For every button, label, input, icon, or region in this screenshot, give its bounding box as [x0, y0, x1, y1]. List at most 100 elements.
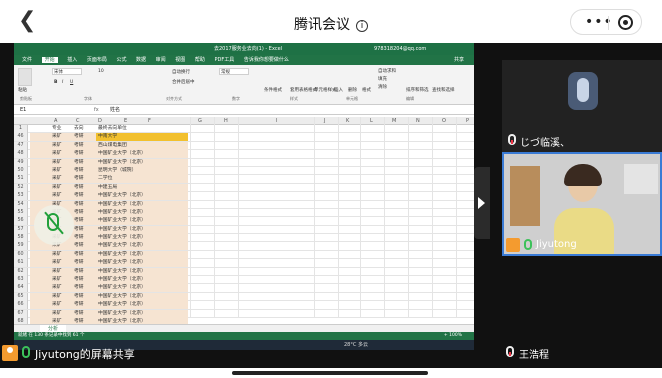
col-header[interactable]: P: [466, 117, 469, 125]
cell-employer[interactable]: 中建五局: [96, 184, 188, 192]
cell-destination[interactable]: 考研: [74, 150, 94, 158]
underline-button[interactable]: U: [70, 80, 73, 85]
row-number[interactable]: 46: [14, 133, 28, 142]
col-header[interactable]: F: [148, 117, 151, 125]
row-number[interactable]: 61: [14, 259, 28, 268]
cell-destination[interactable]: 考研: [74, 217, 94, 225]
table-row[interactable]: 51 采矿 考研 二学位: [14, 175, 474, 184]
cell-employer[interactable]: 中国矿业大学（北京）: [96, 201, 188, 209]
header-cell[interactable]: 去向: [74, 125, 94, 133]
format-button[interactable]: 格式: [362, 87, 371, 93]
row-number[interactable]: 49: [14, 158, 28, 167]
cell-major[interactable]: 采矿: [52, 150, 70, 158]
cell-destination[interactable]: 考研: [74, 159, 94, 167]
cell-employer[interactable]: 西山煤电集团: [96, 142, 188, 150]
cell-employer[interactable]: 中国矿业大学（北京）: [96, 192, 188, 200]
cell-employer[interactable]: 昆明大学（城院）: [96, 167, 188, 175]
cell-destination[interactable]: 考研: [74, 209, 94, 217]
col-header[interactable]: M: [392, 117, 396, 125]
wrap-text-button[interactable]: 自动换行: [172, 69, 190, 75]
table-row[interactable]: 49 采矿 考研 中国矿业大学（北京）: [14, 158, 474, 167]
row-number[interactable]: 51: [14, 175, 28, 184]
cell-destination[interactable]: 考研: [74, 268, 94, 276]
row-number[interactable]: 58: [14, 234, 28, 243]
cell-destination[interactable]: 考研: [74, 301, 94, 309]
table-row[interactable]: 62 采矿 考研 中国矿业大学（北京）: [14, 267, 474, 277]
cell-destination[interactable]: 考研: [74, 234, 94, 242]
cell-destination[interactable]: 考研: [74, 192, 94, 200]
table-row[interactable]: 48 采矿 考研 中国矿业大学（北京）: [14, 150, 474, 159]
col-header[interactable]: C: [76, 117, 80, 125]
cell-employer[interactable]: 中国矿业大学（北京）: [96, 242, 188, 250]
row-number[interactable]: 52: [14, 183, 28, 192]
col-header[interactable]: I: [276, 117, 277, 125]
menu-data[interactable]: 数据: [136, 57, 146, 63]
search-hint[interactable]: 告诉我你想要做什么: [244, 57, 289, 63]
collapse-arrow-button[interactable]: [474, 167, 490, 239]
menu-review[interactable]: 审阅: [156, 57, 166, 63]
table-row[interactable]: 59 采矿 考研 中国矿业大学（北京）: [14, 242, 474, 251]
menu-home[interactable]: 开始: [41, 57, 58, 63]
cell-employer[interactable]: 中国矿业大学（北京）: [96, 217, 188, 225]
col-header[interactable]: H: [224, 117, 228, 125]
cell-destination[interactable]: 考研: [74, 259, 94, 267]
table-row[interactable]: 60 采矿 考研 中国矿业大学（北京）: [14, 250, 474, 260]
row-number[interactable]: 65: [14, 292, 28, 301]
cell-employer[interactable]: 中国矿业大学（北京）: [96, 259, 188, 267]
row-number[interactable]: 50: [14, 166, 28, 175]
cell-major[interactable]: 采矿: [52, 167, 70, 175]
header-cell[interactable]: 最终去向单位: [96, 125, 188, 133]
cell-major[interactable]: 采矿: [52, 276, 70, 284]
cond-format-button[interactable]: 条件格式: [264, 87, 282, 93]
menu-file[interactable]: 文件: [22, 57, 32, 63]
info-icon[interactable]: i: [356, 20, 368, 32]
italic-button[interactable]: I: [62, 80, 63, 85]
col-header[interactable]: D: [98, 117, 102, 125]
header-cell[interactable]: 专业: [52, 125, 70, 133]
insert-button[interactable]: 插入: [334, 87, 343, 93]
cell-destination[interactable]: 考研: [74, 184, 94, 192]
clear-button[interactable]: 清除: [378, 84, 387, 90]
find-select-button[interactable]: 查找和选择: [432, 87, 455, 93]
row-number[interactable]: 54: [14, 200, 28, 209]
cell-major[interactable]: 采矿: [52, 192, 70, 200]
cell-employer[interactable]: 中国矿业大学（北京）: [96, 293, 188, 301]
cell-destination[interactable]: 考研: [74, 133, 94, 141]
table-row[interactable]: 52 采矿 考研 中建五局: [14, 183, 474, 193]
col-header[interactable]: N: [416, 117, 420, 125]
zoom-level[interactable]: + 100%: [444, 332, 462, 340]
cell-major[interactable]: 采矿: [52, 142, 70, 150]
fx-icon[interactable]: fx: [94, 105, 99, 115]
cell-destination[interactable]: 考研: [74, 284, 94, 292]
cell-major[interactable]: 采矿: [52, 259, 70, 267]
row-number[interactable]: 1: [14, 125, 28, 133]
row-number[interactable]: 55: [14, 208, 28, 217]
table-row[interactable]: 46 采矿 考研 中南大学: [14, 133, 474, 142]
cell-destination[interactable]: 考研: [74, 242, 94, 250]
col-header[interactable]: L: [370, 117, 373, 125]
cell-major[interactable]: 采矿: [52, 251, 70, 259]
table-row[interactable]: 65 采矿 考研 中国矿业大学（北京）: [14, 292, 474, 302]
font-size[interactable]: 10: [98, 69, 104, 74]
cell-employer[interactable]: 中国矿业大学（北京）: [96, 159, 188, 167]
cell-major[interactable]: 采矿: [52, 268, 70, 276]
cell-employer[interactable]: 中国矿业大学（北京）: [96, 301, 188, 309]
row-number[interactable]: 67: [14, 309, 28, 318]
menu-layout[interactable]: 页面布局: [87, 57, 107, 63]
autosum-button[interactable]: 自动求和: [378, 68, 396, 74]
name-box[interactable]: E1: [20, 105, 26, 115]
merge-button[interactable]: 合并后居中: [172, 79, 195, 85]
cell-major[interactable]: 采矿: [52, 159, 70, 167]
active-speaker-tile[interactable]: Jiyutong: [502, 152, 662, 256]
cell-employer[interactable]: 中国矿业大学（北京）: [96, 234, 188, 242]
row-number[interactable]: 57: [14, 225, 28, 234]
menu-view[interactable]: 视图: [175, 57, 185, 63]
cell-destination[interactable]: 考研: [74, 251, 94, 259]
menu-help[interactable]: 帮助: [195, 57, 205, 63]
cell-destination[interactable]: 考研: [74, 175, 94, 183]
table-row[interactable]: 58采矿考研中国矿业大学（北京）: [14, 234, 474, 243]
row-number[interactable]: 48: [14, 150, 28, 159]
cell-employer[interactable]: 中国矿业大学（北京）: [96, 150, 188, 158]
cell-major[interactable]: 采矿: [52, 175, 70, 183]
cell-employer[interactable]: 中国矿业大学（北京）: [96, 226, 188, 234]
